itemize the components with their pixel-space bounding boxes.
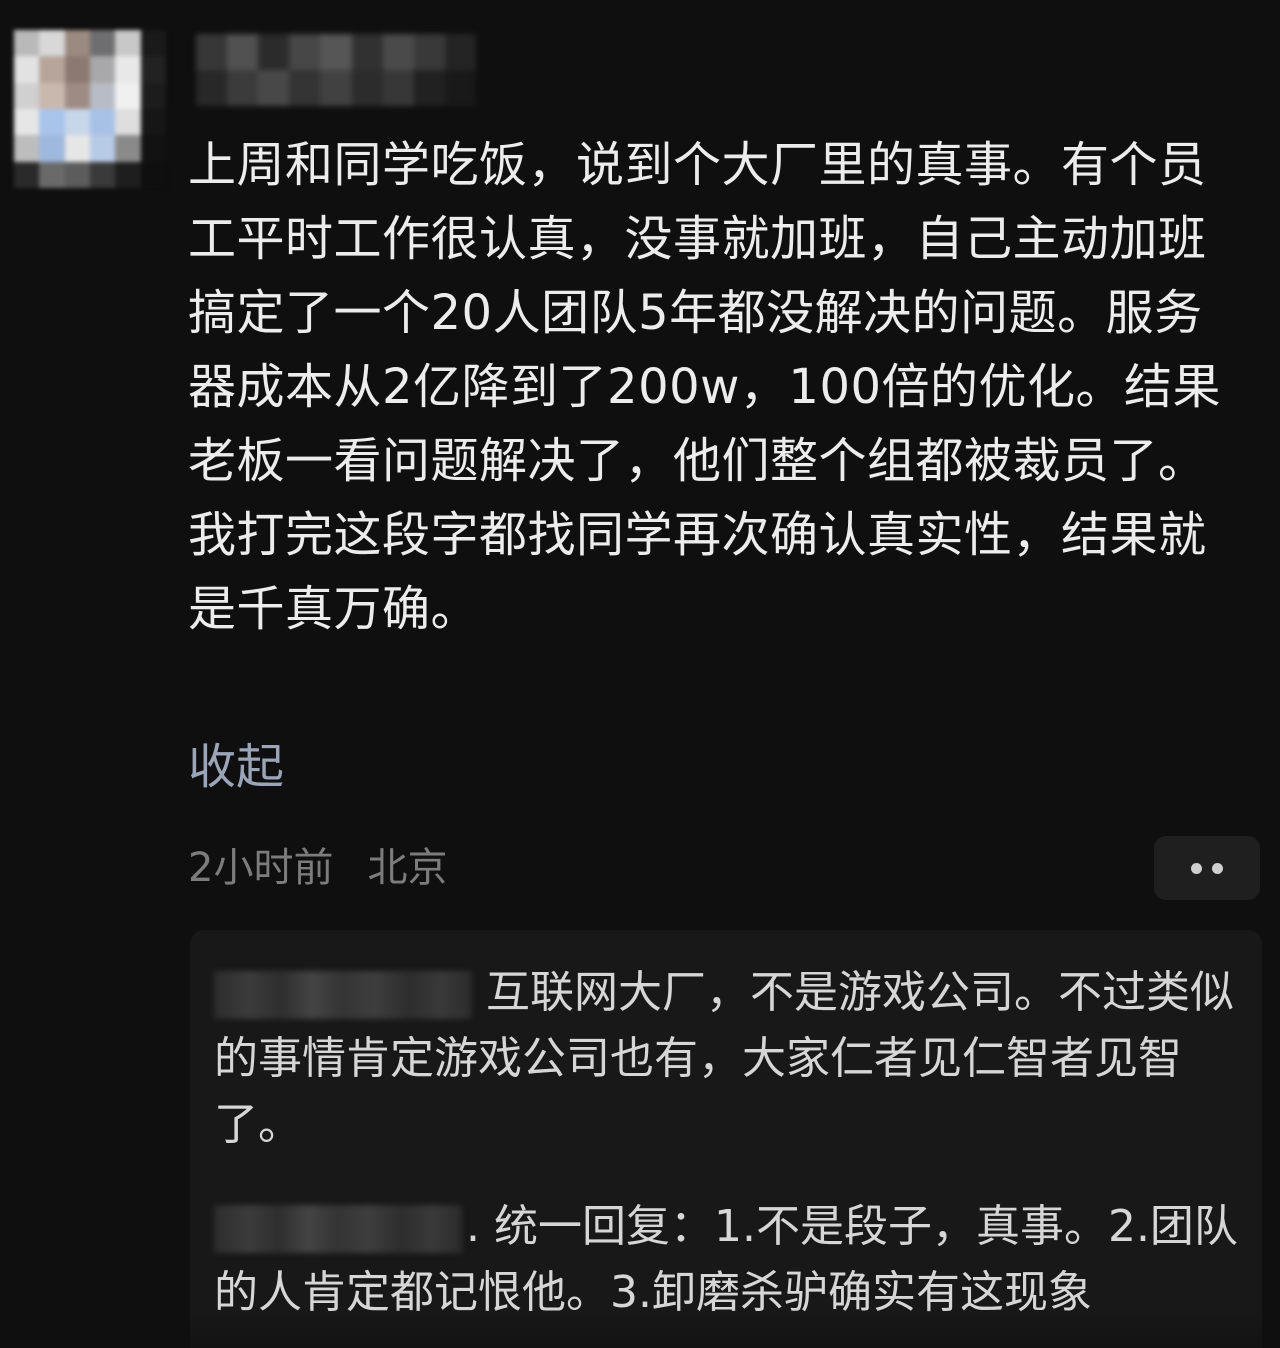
post-time: 2小时前 (188, 845, 334, 891)
reply-author-blurred[interactable] (214, 971, 472, 1019)
replies-box: 互联网大厂，不是游戏公司。不过类似的事情肯定游戏公司也有，大家仁者见仁智者见智了… (190, 930, 1262, 1348)
more-options-button[interactable] (1154, 836, 1260, 900)
more-dots-icon (1191, 862, 1202, 874)
avatar[interactable] (14, 30, 166, 188)
reply-author-blurred[interactable] (214, 1205, 462, 1253)
more-dots-icon (1212, 862, 1223, 874)
post-meta: 2小时前 北京 (188, 840, 447, 896)
reply-item[interactable]: 互联网大厂，不是游戏公司。不过类似的事情肯定游戏公司也有，大家仁者见仁智者见智了… (214, 960, 1244, 1158)
collapse-button[interactable]: 收起 (188, 734, 284, 800)
reply-item[interactable]: . 统一回复：1.不是段子，真事。2.团队的人肯定都记恨他。3.卸磨杀驴确实有这… (214, 1194, 1244, 1326)
post-page: 上周和同学吃饭，说到个大厂里的真事。有个员工平时工作很认真，没事就加班，自己主动… (0, 0, 1280, 1348)
username-blurred[interactable] (196, 34, 476, 106)
post-body: 上周和同学吃饭，说到个大厂里的真事。有个员工平时工作很认真，没事就加班，自己主动… (188, 137, 1222, 637)
post-location: 北京 (367, 845, 448, 891)
